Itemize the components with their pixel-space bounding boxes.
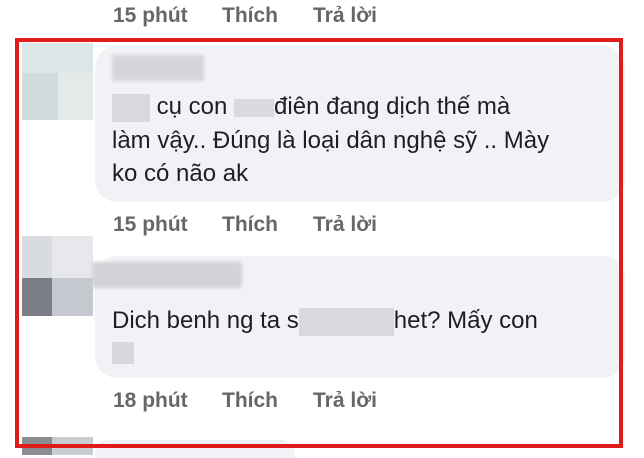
comment-actions: 18 phút Thích Trả lời [0, 385, 644, 417]
timestamp[interactable]: 15 phút [113, 209, 188, 241]
comment-text-line: ko có não ak [112, 160, 249, 187]
comment-actions-top: 15 phút Thích Trả lời [0, 0, 644, 32]
commenter-name-redacted[interactable] [92, 262, 242, 288]
comment-actions: 15 phút Thích Trả lời [0, 209, 644, 241]
avatar[interactable] [22, 437, 93, 455]
redacted-text [112, 341, 134, 364]
redacted-text [234, 98, 275, 117]
redacted-text [298, 307, 394, 336]
comment-text-line: làm vậy.. Đúng là loại dân nghệ sỹ .. Mà… [112, 127, 550, 154]
timestamp[interactable]: 18 phút [113, 385, 188, 417]
like-button[interactable]: Thích [222, 209, 278, 241]
redacted-text [112, 93, 150, 122]
like-button[interactable]: Thích [222, 385, 278, 417]
reply-button[interactable]: Trả lời [313, 0, 377, 32]
reply-button[interactable]: Trả lời [313, 385, 377, 417]
comment-bubble [95, 440, 295, 458]
timestamp[interactable]: 15 phút [113, 0, 188, 32]
avatar[interactable] [22, 43, 93, 120]
comment-text-line [112, 336, 134, 366]
commenter-name-redacted[interactable] [112, 55, 204, 81]
comment-text-line: Dich benh ng ta s het? Mấy con [112, 307, 538, 336]
reply-button[interactable]: Trả lời [313, 209, 377, 241]
comment-text-line: cụ con điên đang dịch thế mà [112, 91, 510, 123]
like-button[interactable]: Thích [222, 0, 278, 32]
avatar[interactable] [22, 236, 93, 316]
